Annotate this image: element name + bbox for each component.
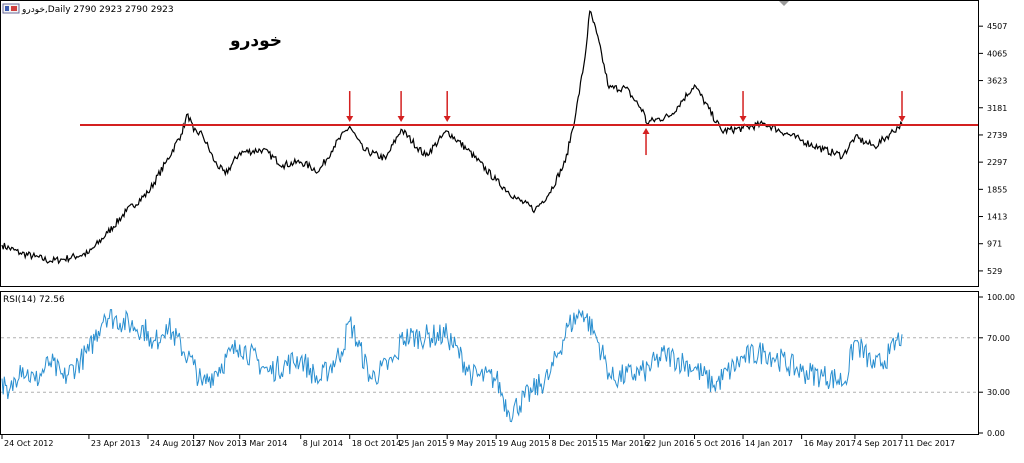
time-tick-label: 3 Mar 2014	[242, 439, 288, 448]
price-tick-label: 971	[987, 240, 1002, 249]
time-tick-label: 27 Nov 2013	[196, 439, 247, 448]
time-tick-label: 4 Sep 2017	[857, 439, 903, 448]
time-tick-label: 18 Oct 2014	[352, 439, 401, 448]
symbol-watermark: خودرو	[229, 31, 282, 51]
price-tick-label: 4065	[987, 49, 1007, 58]
price-tick-label: 4507	[987, 22, 1007, 31]
chart-window: خودرو,Daily 2790 2923 2790 2923 خودرو 45…	[0, 0, 1024, 459]
chart-canvas: خودرو,Daily 2790 2923 2790 2923 خودرو 45…	[0, 0, 1024, 459]
time-tick-label: 11 Dec 2017	[904, 439, 955, 448]
price-tick-label: 1855	[987, 185, 1007, 194]
rsi-tick-label: 100.00	[987, 293, 1015, 302]
rsi-tick-label: 0.00	[987, 429, 1005, 438]
rsi-tick-label: 30.00	[987, 388, 1010, 397]
price-tick-label: 529	[987, 267, 1002, 276]
time-tick-label: 16 May 2017	[804, 439, 856, 448]
price-tick-label: 1413	[987, 213, 1007, 222]
time-tick-label: 22 Jun 2016	[646, 439, 694, 448]
price-tick-label: 3181	[987, 104, 1007, 113]
price-tick-label: 2297	[987, 158, 1007, 167]
time-tick-label: 9 May 2015	[449, 439, 496, 448]
time-tick-label: 15 Mar 2016	[599, 439, 650, 448]
time-tick-label: 8 Jul 2014	[303, 439, 343, 448]
rsi-label: RSI(14) 72.56	[3, 295, 65, 305]
price-tick-label: 3623	[987, 77, 1007, 86]
time-tick-label: 23 Apr 2013	[91, 439, 140, 448]
rsi-tick-label: 70.00	[987, 334, 1010, 343]
time-tick-label: 25 Jan 2015	[399, 439, 447, 448]
time-tick-label: 24 Oct 2012	[4, 439, 53, 448]
time-tick-label: 8 Dec 2015	[551, 439, 597, 448]
time-tick-label: 24 Aug 2013	[150, 439, 201, 448]
header-icon[interactable]	[2, 3, 20, 14]
price-tick-label: 2739	[987, 131, 1007, 140]
time-tick-label: 5 Oct 2016	[697, 439, 741, 448]
time-tick-label: 14 Jan 2017	[745, 439, 793, 448]
time-tick-label: 19 Aug 2015	[498, 439, 549, 448]
chart-header: خودرو,Daily 2790 2923 2790 2923	[21, 5, 174, 15]
